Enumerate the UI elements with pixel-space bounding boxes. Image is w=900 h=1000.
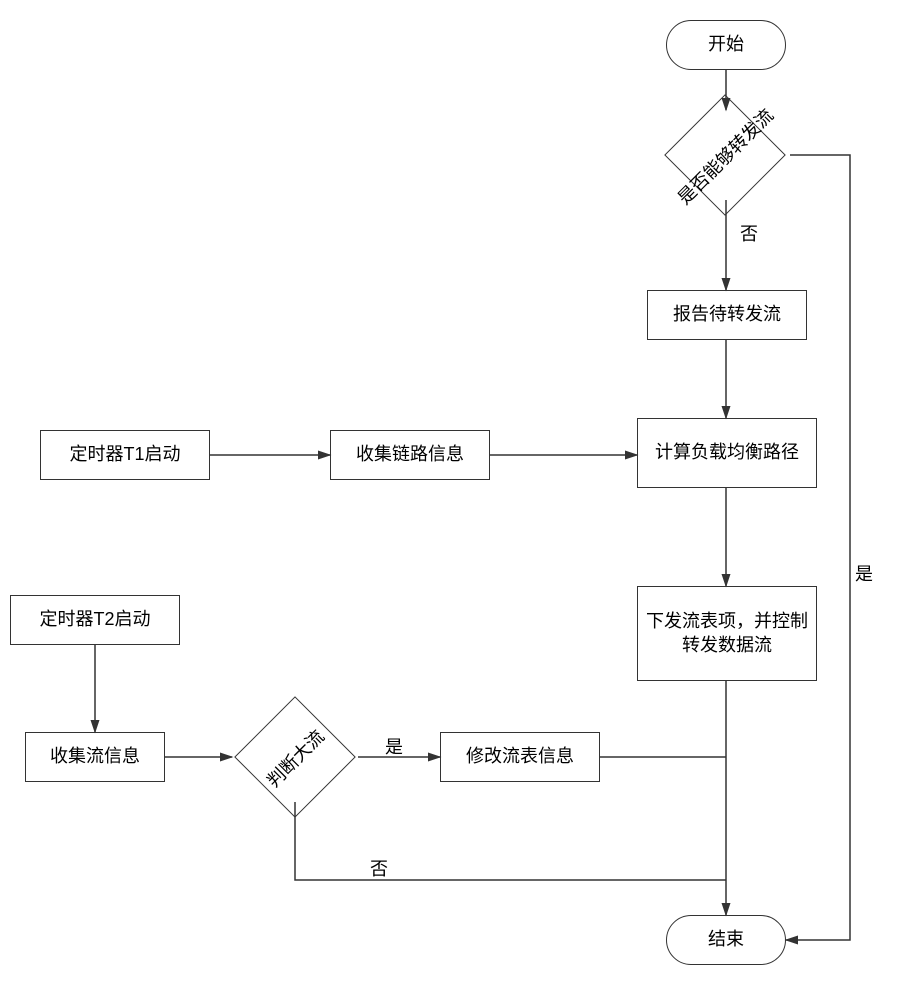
- terminator-start: 开始: [666, 20, 786, 70]
- process-deliver-flow: 下发流表项，并控制转发数据流: [637, 586, 817, 681]
- label-no-forward: 否: [740, 220, 758, 246]
- process-collect-link: 收集链路信息: [330, 430, 490, 480]
- process-collect-flow: 收集流信息: [25, 732, 165, 782]
- collect-flow-text: 收集流信息: [50, 745, 140, 768]
- label-no-large: 否: [370, 855, 388, 881]
- label-yes-large: 是: [385, 733, 403, 759]
- process-report-flow: 报告待转发流: [647, 290, 807, 340]
- process-timer-t2: 定时器T2启动: [10, 595, 180, 645]
- decision-can-forward: 是否能够转发流: [660, 110, 790, 200]
- timer-t2-text: 定时器T2启动: [39, 608, 150, 631]
- label-yes-forward: 是: [855, 560, 873, 586]
- process-modify-flow: 修改流表信息: [440, 732, 600, 782]
- timer-t1-text: 定时器T1启动: [69, 443, 180, 466]
- deliver-flow-text: 下发流表项，并控制转发数据流: [638, 610, 816, 657]
- start-text: 开始: [708, 33, 744, 56]
- end-text: 结束: [708, 928, 744, 951]
- collect-link-text: 收集链路信息: [356, 443, 464, 466]
- decision-large-flow: 判断大流: [230, 712, 360, 802]
- modify-flow-text: 修改流表信息: [466, 745, 574, 768]
- calc-balance-text: 计算负载均衡路径: [655, 441, 799, 464]
- process-timer-t1: 定时器T1启动: [40, 430, 210, 480]
- process-calc-balance: 计算负载均衡路径: [637, 418, 817, 488]
- terminator-end: 结束: [666, 915, 786, 965]
- report-flow-text: 报告待转发流: [673, 303, 781, 326]
